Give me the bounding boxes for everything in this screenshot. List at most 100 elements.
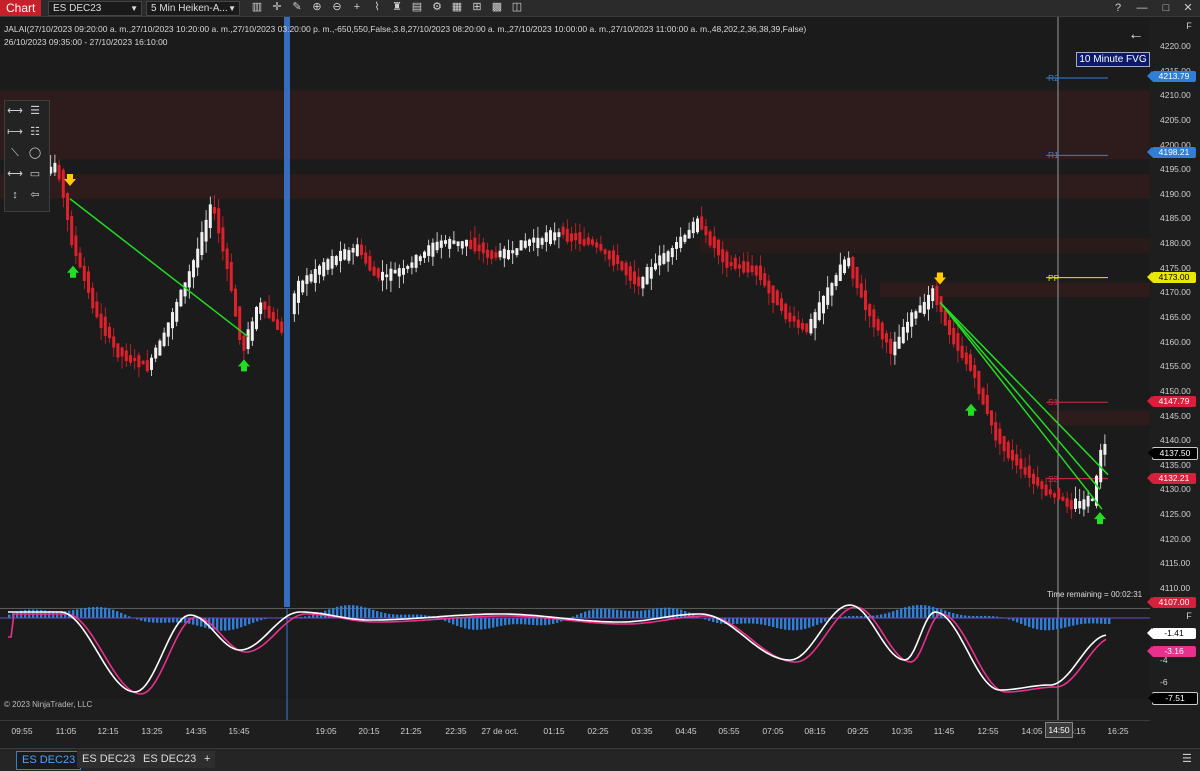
tab-es-dec23[interactable]: ES DEC23 bbox=[16, 751, 81, 770]
histogram-bar bbox=[616, 610, 618, 618]
histogram-bar bbox=[376, 611, 378, 618]
histogram-bar bbox=[112, 610, 114, 618]
candle bbox=[574, 233, 577, 240]
price-label: 4173.00 bbox=[1152, 272, 1196, 283]
candle bbox=[562, 227, 565, 235]
candle bbox=[986, 395, 989, 414]
arrow-left-icon[interactable]: ⇦ bbox=[26, 187, 44, 203]
lines-icon[interactable]: ☰ bbox=[26, 103, 44, 119]
time-tick: 16:25 bbox=[1107, 726, 1128, 736]
extended-line-icon[interactable]: ⟷ bbox=[6, 166, 24, 182]
f-button[interactable]: F bbox=[1182, 20, 1196, 32]
ellipse-icon[interactable]: ◯ bbox=[26, 145, 44, 161]
candle bbox=[1066, 498, 1069, 507]
candle bbox=[725, 252, 728, 268]
add-tab-button[interactable]: + bbox=[199, 751, 215, 768]
price-tick: 4170.00 bbox=[1160, 287, 1191, 297]
candle bbox=[977, 371, 980, 394]
candle bbox=[814, 312, 817, 328]
candle bbox=[499, 251, 502, 258]
rectangle-icon[interactable]: ▭ bbox=[26, 166, 44, 182]
price-label-text: 4132.21 bbox=[1159, 473, 1190, 483]
buy-arrow-icon bbox=[965, 404, 977, 416]
time-tick: 13:25 bbox=[141, 726, 162, 736]
tab-es-dec23[interactable]: ES DEC23 bbox=[138, 751, 201, 768]
fvg-zone bbox=[0, 174, 1150, 199]
fib-icon[interactable]: ☷ bbox=[26, 124, 44, 140]
fvg-zone bbox=[1050, 411, 1150, 426]
histogram-bar bbox=[236, 618, 238, 629]
trend-line-icon[interactable]: ⟍ bbox=[6, 145, 24, 161]
histogram-bar bbox=[468, 618, 470, 629]
histogram-bar bbox=[88, 607, 90, 618]
histogram-bar bbox=[732, 618, 734, 624]
back-arrow-icon[interactable]: ← bbox=[1128, 26, 1144, 44]
time-tick: 04:45 bbox=[675, 726, 696, 736]
histogram-bar bbox=[644, 610, 646, 618]
candle bbox=[1053, 493, 1056, 497]
horizontal-line-icon[interactable]: ⟷ bbox=[6, 103, 24, 119]
price-tick: 4160.00 bbox=[1160, 337, 1191, 347]
histogram-bar bbox=[80, 609, 82, 618]
vertical-line-icon[interactable]: ↕ bbox=[6, 187, 24, 203]
histogram-bar bbox=[384, 613, 386, 618]
candle bbox=[410, 262, 413, 267]
tab-es-dec23[interactable]: ES DEC23 bbox=[77, 751, 140, 768]
time-tick: 27 de oct. bbox=[481, 726, 518, 736]
histogram-bar bbox=[364, 607, 366, 618]
histogram-bar bbox=[76, 609, 78, 618]
histogram-bar bbox=[228, 618, 230, 630]
histogram-bar bbox=[476, 618, 478, 630]
histogram-bar bbox=[792, 618, 794, 630]
candle bbox=[263, 302, 266, 310]
candle bbox=[226, 249, 229, 269]
candle bbox=[188, 271, 191, 287]
f-button[interactable]: F bbox=[1182, 610, 1196, 622]
fvg-label: 10 Minute FVG bbox=[1076, 52, 1150, 67]
histogram-bar bbox=[392, 614, 394, 618]
candle bbox=[125, 350, 128, 361]
candle bbox=[457, 241, 460, 246]
time-tick: 12:15 bbox=[97, 726, 118, 736]
candle bbox=[490, 250, 493, 258]
histogram-bar bbox=[256, 618, 258, 621]
histogram-bar bbox=[592, 609, 594, 618]
histogram-bar bbox=[348, 605, 350, 618]
candle bbox=[751, 265, 754, 272]
candle bbox=[70, 216, 73, 245]
price-label: 4147.79 bbox=[1152, 396, 1196, 407]
histogram-bar bbox=[120, 613, 122, 618]
candle bbox=[528, 240, 531, 246]
histogram-bar bbox=[540, 618, 542, 625]
candle bbox=[788, 313, 791, 322]
candle bbox=[276, 319, 279, 330]
time-tick: 03:35 bbox=[631, 726, 652, 736]
candle bbox=[179, 290, 182, 307]
histogram-bar bbox=[596, 609, 598, 618]
histogram-bar bbox=[888, 612, 890, 618]
candle bbox=[541, 238, 544, 245]
candle bbox=[973, 365, 976, 378]
histogram-bar bbox=[544, 618, 546, 625]
candle bbox=[1024, 467, 1027, 474]
histogram-bar bbox=[912, 606, 914, 618]
price-tick: 4125.00 bbox=[1160, 509, 1191, 519]
candle bbox=[830, 283, 833, 295]
candle bbox=[520, 240, 523, 250]
histogram-bar bbox=[484, 618, 486, 629]
price-tick: 4130.00 bbox=[1160, 484, 1191, 494]
candle bbox=[587, 237, 590, 244]
histogram-bar bbox=[196, 618, 198, 626]
time-tick: 14:35 bbox=[185, 726, 206, 736]
histogram-bar bbox=[388, 614, 390, 618]
histogram-bar bbox=[648, 610, 650, 618]
histogram-bar bbox=[748, 618, 750, 623]
histogram-bar bbox=[1028, 618, 1030, 627]
price-tick: 4185.00 bbox=[1160, 213, 1191, 223]
tab-menu-icon[interactable]: ☰ bbox=[1182, 752, 1192, 765]
ray-icon[interactable]: ⟼ bbox=[6, 124, 24, 140]
candle bbox=[704, 226, 707, 235]
histogram-bar bbox=[96, 607, 98, 618]
histogram-bar bbox=[496, 618, 498, 627]
candle bbox=[318, 266, 321, 275]
